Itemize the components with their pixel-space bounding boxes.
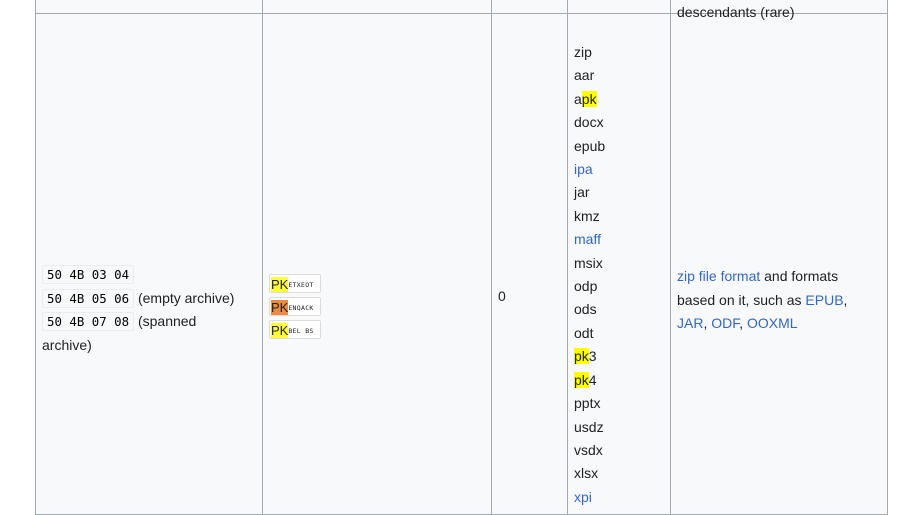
iso-chip: PKBEL BS [269, 320, 321, 339]
extension-link[interactable]: ipa [574, 158, 664, 181]
description-separator: , [843, 291, 848, 308]
offset-value: 0 [498, 288, 506, 304]
extension-link[interactable]: xpi [574, 486, 664, 509]
file-signature-table: descendants (rare) 50 4B 03 04 50 4B 05 … [35, 0, 888, 515]
iso-chip-control-chars: BEL BS [288, 327, 314, 336]
description-cell: zip file format and formats based on it,… [670, 13, 888, 515]
extension-item: pk4 [574, 369, 664, 392]
extension-text: aar [574, 67, 595, 84]
extension-text: maff [574, 231, 601, 248]
extension-text: 3 [588, 348, 597, 365]
hex-signature-code: 50 4B 07 08 [42, 312, 135, 331]
description-cell-previous: descendants (rare) [670, 0, 888, 19]
extension-item: kmz [574, 205, 664, 228]
extension-text: usdz [574, 418, 604, 435]
extension-text: docx [574, 114, 604, 131]
jar-link[interactable]: JAR [677, 315, 703, 331]
extension-text: xpi [574, 488, 592, 505]
extension-link[interactable]: maff [574, 228, 664, 251]
extension-item: xlsx [574, 462, 664, 485]
hex-signature-note: (empty archive) [137, 289, 235, 306]
hex-signature-list: 50 4B 03 04 50 4B 05 06 (empty archive) … [42, 263, 256, 357]
hex-signature-cell: 50 4B 03 04 50 4B 05 06 (empty archive) … [35, 13, 263, 515]
extension-text: ods [574, 301, 597, 318]
extension-text: kmz [574, 207, 600, 224]
extension-item: docx [574, 111, 664, 134]
hex-signature-note-continued: archive) [42, 336, 92, 353]
description-separator: , [739, 315, 748, 331]
extension-text: odt [574, 324, 594, 341]
iso-chip-pk: PK [271, 323, 289, 338]
description-text: zip file format and formats based on it,… [677, 265, 873, 336]
extension-text: a [574, 90, 582, 107]
extension-item: odp [574, 275, 664, 298]
extension-text: xlsx [574, 465, 599, 482]
extension-list: zip aar apk docx epub ipa jar kmz maff msix odp ods… [574, 14, 664, 509]
extension-item: zip [574, 41, 664, 64]
table-row-zip: 50 4B 03 04 50 4B 05 06 (empty archive) … [35, 13, 888, 515]
extension-highlight: pk [574, 348, 589, 365]
iso-chip: PKETXEOT [269, 274, 321, 293]
extension-item: epub [574, 135, 664, 158]
extension-item: vsdx [574, 439, 664, 462]
extension-text: odp [574, 278, 598, 295]
ooxml-link[interactable]: OOXML [747, 315, 798, 331]
extension-text: zip [574, 44, 592, 60]
hex-cell-previous [35, 0, 263, 14]
extension-item: pptx [574, 392, 664, 415]
table-row-previous: descendants (rare) [35, 0, 888, 19]
extension-item: usdz [574, 416, 664, 439]
extension-text: ipa [574, 161, 593, 178]
extension-cell: zip aar apk docx epub ipa jar kmz maff msix odp ods… [567, 13, 671, 515]
zip-file-format-link[interactable]: zip file format [677, 268, 760, 284]
iso-8859-1-cell: PKETXEOT PKENQACK PKBEL BS [262, 13, 492, 515]
iso-chip-control-chars: ETXEOT [288, 281, 314, 290]
iso-chip: PKENQACK [269, 297, 321, 316]
epub-link[interactable]: EPUB [805, 292, 843, 308]
extension-text: vsdx [574, 441, 603, 458]
extension-highlight: pk [581, 90, 597, 107]
hex-signature-code: 50 4B 03 04 [42, 265, 135, 284]
extension-cell-previous [567, 0, 671, 14]
extension-item: pk3 [574, 345, 664, 368]
extension-text: jar [574, 184, 590, 201]
extension-item: apk [574, 88, 664, 111]
extension-item: ods [574, 298, 664, 321]
offset-cell-previous [491, 0, 568, 14]
extension-text: 4 [588, 371, 597, 388]
extension-text: msix [574, 254, 603, 271]
extension-item: jar [574, 181, 664, 204]
iso-chip-pk: PK [271, 300, 289, 315]
hex-signature-note: (spanned [137, 313, 197, 329]
hex-signature-line: 50 4B 05 06 (empty archive) [42, 287, 256, 311]
extension-item: odt [574, 322, 664, 345]
hex-signature-line: 50 4B 07 08 (spanned [42, 310, 256, 334]
odf-link[interactable]: ODF [711, 315, 739, 331]
iso-cell-previous [262, 0, 492, 14]
extension-item: aar [574, 64, 664, 87]
hex-signature-line: 50 4B 03 04 [42, 263, 256, 287]
iso-chip-control-chars: ENQACK [288, 304, 314, 313]
extension-text: epub [574, 137, 606, 154]
hex-signature-code: 50 4B 05 06 [42, 288, 135, 308]
extension-highlight: pk [574, 371, 589, 388]
extension-text: pptx [574, 395, 601, 412]
extension-item: msix [574, 252, 664, 275]
iso-chip-list: PKETXEOT PKENQACK PKBEL BS [269, 274, 321, 343]
iso-chip-pk: PK [271, 277, 289, 292]
offset-cell: 0 [491, 13, 568, 515]
